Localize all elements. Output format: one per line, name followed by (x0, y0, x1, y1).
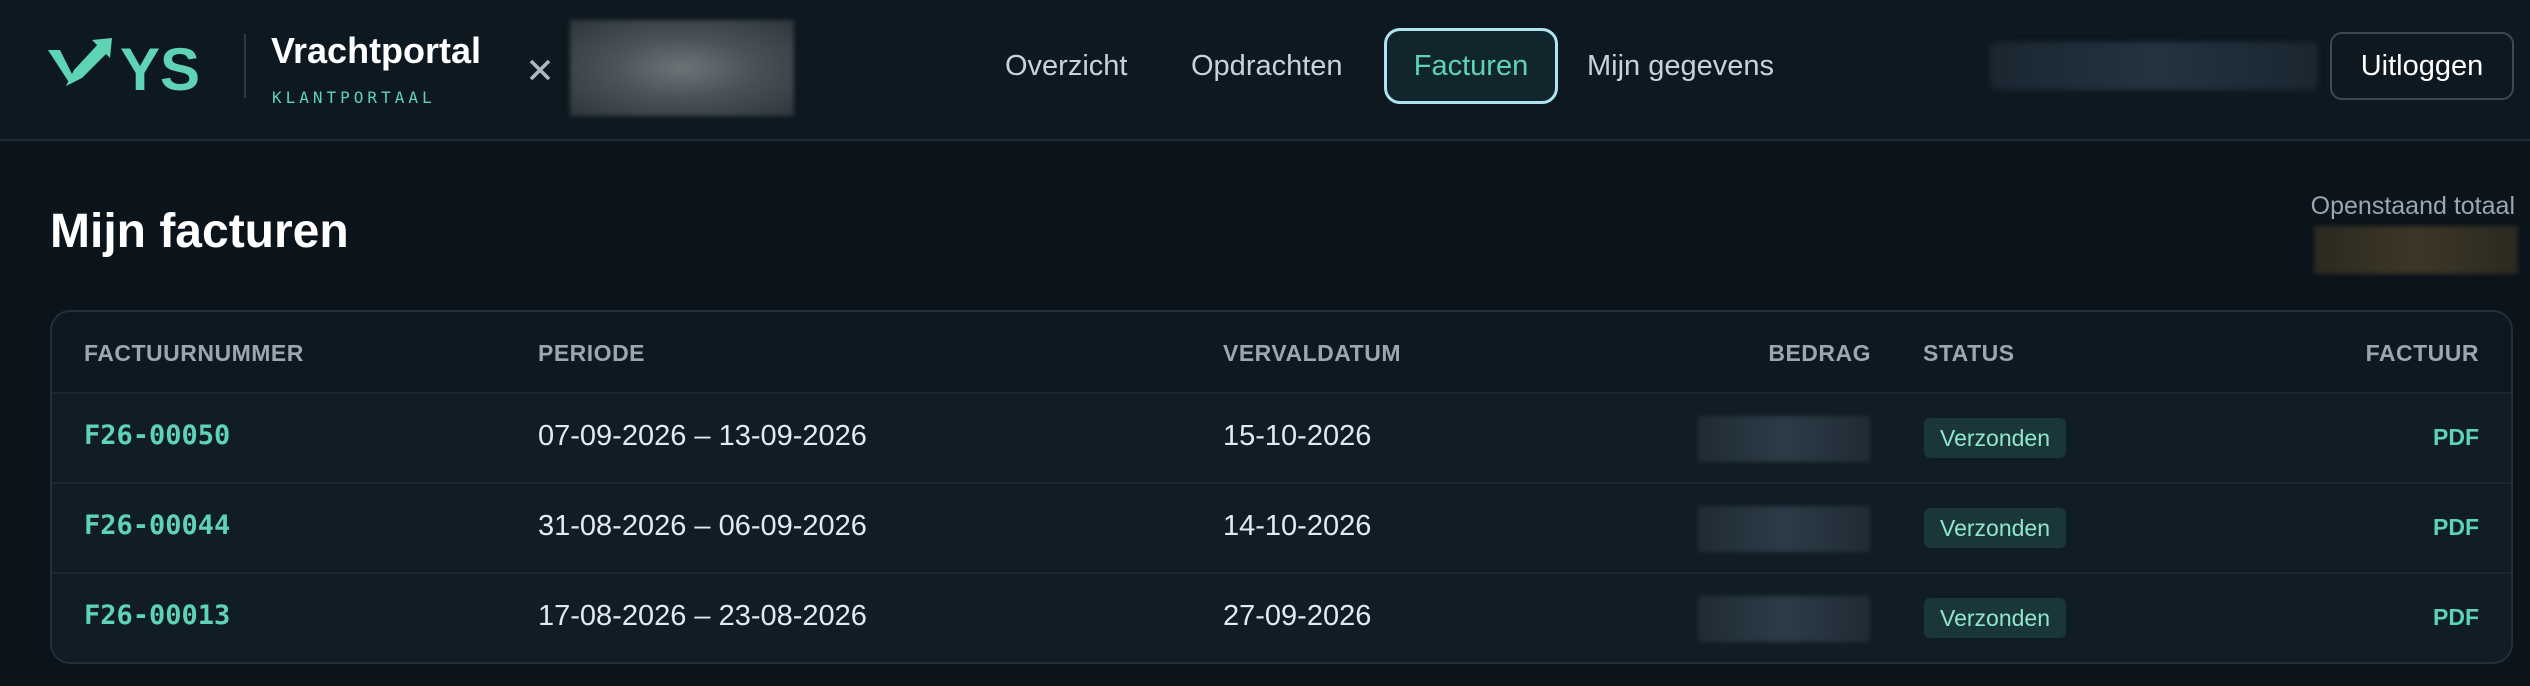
column-header-status: STATUS (1923, 340, 2015, 366)
column-header-vervaldatum: VERVALDATUM (1223, 340, 1401, 366)
outstanding-total-label: Openstaand totaal (2310, 192, 2515, 220)
page-title: Mijn facturen (50, 205, 349, 258)
invoice-period: 17-08-2026 – 23-08-2026 (538, 600, 867, 632)
status-badge: Verzonden (1924, 598, 2066, 638)
brand-title: Vrachtportal (271, 30, 482, 71)
column-header-factuur: FACTUUR (2365, 340, 2479, 366)
nav-facturen[interactable]: Facturen (1384, 28, 1558, 104)
invoice-amount-redacted (1698, 416, 1870, 462)
pdf-download-link[interactable]: PDF (2433, 514, 2479, 541)
invoice-period: 31-08-2026 – 06-09-2026 (538, 510, 867, 542)
table-row: F26-00050 07-09-2026 – 13-09-2026 15-10-… (52, 392, 2511, 482)
svg-text:YS: YS (120, 38, 200, 96)
nav-mijn-gegevens[interactable]: Mijn gegevens (1587, 28, 1774, 104)
close-icon (529, 59, 551, 81)
invoice-amount-redacted (1698, 596, 1870, 642)
status-badge: Verzonden (1924, 418, 2066, 458)
invoices-table: FACTUURNUMMER PERIODE VERVALDATUM BEDRAG… (50, 310, 2513, 664)
logo-divider (244, 34, 246, 98)
logout-button[interactable]: Uitloggen (2330, 32, 2514, 100)
user-name-redacted (1990, 42, 2318, 90)
column-header-factuurnummer: FACTUURNUMMER (84, 340, 304, 366)
column-header-bedrag: BEDRAG (1768, 340, 1871, 366)
nav-overzicht[interactable]: Overzicht (1005, 28, 1127, 104)
invoice-period: 07-09-2026 – 13-09-2026 (538, 420, 867, 452)
top-header: YS Vrachtportal KLANTPORTAAL Overzicht O… (0, 0, 2530, 141)
brand-logo-icon[interactable]: YS (48, 38, 224, 96)
invoice-amount-redacted (1698, 506, 1870, 552)
outstanding-total-value-redacted (2314, 226, 2518, 274)
invoice-due-date: 15-10-2026 (1223, 420, 1372, 452)
invoice-number-link[interactable]: F26-00013 (84, 600, 230, 631)
table-row: F26-00044 31-08-2026 – 06-09-2026 14-10-… (52, 482, 2511, 572)
invoice-number-link[interactable]: F26-00050 (84, 420, 230, 451)
nav-opdrachten[interactable]: Opdrachten (1191, 28, 1343, 104)
status-badge: Verzonden (1924, 508, 2066, 548)
invoice-due-date: 14-10-2026 (1223, 510, 1372, 542)
column-header-periode: PERIODE (538, 340, 646, 366)
pdf-download-link[interactable]: PDF (2433, 604, 2479, 631)
table-header: FACTUURNUMMER PERIODE VERVALDATUM BEDRAG… (52, 312, 2511, 392)
invoice-number-link[interactable]: F26-00044 (84, 510, 230, 541)
invoice-due-date: 27-09-2026 (1223, 600, 1372, 632)
table-row: F26-00013 17-08-2026 – 23-08-2026 27-09-… (52, 572, 2511, 662)
pdf-download-link[interactable]: PDF (2433, 424, 2479, 451)
brand-subtitle: KLANTPORTAAL (272, 88, 436, 107)
partner-logo-redacted (570, 20, 794, 116)
